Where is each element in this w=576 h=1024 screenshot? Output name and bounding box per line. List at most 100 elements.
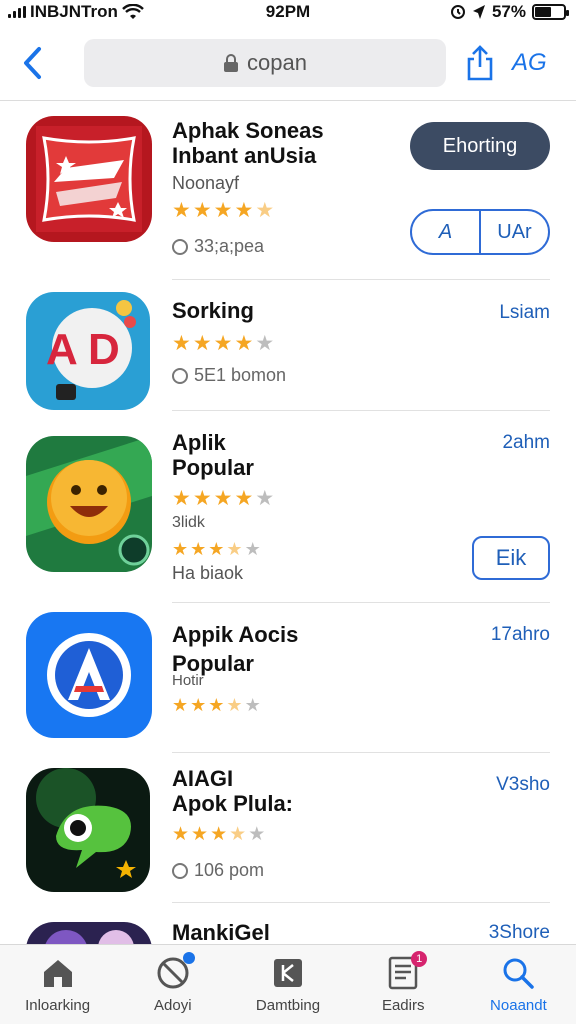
star-icon: ★ [229, 824, 247, 845]
star-icon: ★ [244, 695, 261, 715]
get-button[interactable]: Ehorting [410, 122, 550, 170]
status-time: 92PM [265, 2, 311, 21]
app-meta-text: Ha biaok [172, 563, 244, 583]
tab-label: Inloarking [25, 997, 91, 1014]
rating-stars: ★ ★ ★ ★ ★ [172, 694, 298, 716]
app-title: Appik Aocis [172, 622, 299, 647]
svg-text:A: A [46, 325, 78, 374]
star-icon: ★ [234, 332, 254, 355]
star-icon: ★ [208, 695, 225, 715]
app-right-label[interactable]: Lsiam [499, 302, 550, 324]
app-right-label[interactable]: 3Shore [489, 922, 550, 944]
star-icon: ★ [191, 824, 209, 845]
nav-right-label[interactable]: AG [512, 49, 547, 77]
app-sub-small: 3lidk [172, 514, 205, 531]
row-divider [172, 602, 550, 603]
star-icon: ★ [172, 332, 191, 355]
updates-icon: 1 [385, 951, 428, 991]
app-icon-smiley[interactable] [26, 436, 152, 572]
rating-stars: ★ ★ ★ ★ ★ [172, 333, 286, 355]
tab-discover[interactable]: Adoyi [115, 945, 230, 1024]
app-right-label[interactable]: 17ahro [491, 624, 550, 646]
app-icon-ad[interactable]: A D [26, 292, 150, 410]
back-button[interactable] [14, 43, 50, 83]
app-icon-chameleon[interactable] [26, 768, 150, 892]
app-title: Sorking [172, 298, 254, 323]
clock-icon [172, 238, 188, 255]
star-icon: ★ [172, 199, 191, 222]
tab-label: Adoyi [154, 997, 192, 1014]
tab-search[interactable]: Noaandt [461, 945, 576, 1024]
battery-percent: 57% [491, 2, 526, 21]
app-developer: Noonayf [172, 173, 240, 193]
star-icon: ★ [234, 199, 254, 222]
app-right-label[interactable]: 2ahm [502, 432, 550, 454]
status-bar: INBJNTron 92PM 57% [0, 0, 576, 24]
battery-icon [532, 4, 569, 20]
star-icon: ★ [234, 487, 254, 510]
app-icon-a-logo[interactable] [26, 612, 152, 738]
tab-updates[interactable]: 1 Eadirs [346, 945, 461, 1024]
app-meta-text: 106 pom [194, 860, 265, 880]
segmented-control: A UAr [410, 209, 550, 255]
search-icon [500, 955, 536, 991]
app-right-label[interactable]: V3sho [496, 774, 550, 796]
app-title: AIAGI [172, 766, 234, 791]
app-info: Appik Aocis Popular Hotir ★ ★ ★ ★ ★ [172, 622, 298, 716]
row-divider [172, 410, 550, 411]
star-icon: ★ [244, 539, 261, 559]
star-icon: ★ [255, 332, 275, 355]
app-meta: 33;a;pea [172, 236, 324, 257]
location-icon [472, 5, 485, 19]
discover-icon [155, 952, 195, 991]
tab-bar: Inloarking Adoyi Damtbing 1 Eadirs Noaan… [0, 944, 576, 1024]
app-info: Aplik Popular ★ ★ ★ ★ ★ 3lidk ★ ★ ★ ★ ★ Ha biaok [172, 430, 274, 584]
nav-bar: copan AG [0, 30, 576, 96]
share-button[interactable] [460, 41, 500, 85]
app-icon-partial[interactable] [26, 922, 152, 944]
app-meta-text: 33;a;pea [194, 236, 265, 256]
lock-icon [224, 54, 239, 72]
app-meta: 106 pom [172, 860, 293, 881]
star-icon: ★ [226, 695, 243, 715]
signal-icon [8, 6, 26, 18]
app-meta-text: 5E1 bomon [194, 365, 287, 385]
segment-right[interactable]: UAr [481, 211, 548, 253]
app-info: Sorking ★ ★ ★ ★ ★ 5E1 bomon [172, 298, 286, 386]
star-icon: ★ [213, 199, 233, 222]
badge-count: 1 [411, 951, 428, 967]
tab-home[interactable]: Inloarking [0, 945, 115, 1024]
star-icon: ★ [192, 487, 212, 510]
app-info: MankiGel [172, 920, 270, 944]
star-icon: ★ [192, 199, 212, 222]
app-row[interactable]: MankiGel 3Shore [0, 918, 576, 944]
star-icon: ★ [213, 487, 233, 510]
star-icon: ★ [172, 824, 190, 845]
clock-icon [172, 862, 188, 879]
app-row[interactable]: A D Sorking ★ ★ ★ ★ ★ 5E1 bomon Lsiam [0, 292, 576, 410]
app-title-line2: Apok Plula: [172, 791, 294, 816]
app-row[interactable]: Appik Aocis Popular Hotir ★ ★ ★ ★ ★ 17ahro [0, 612, 576, 738]
segment-left[interactable]: A [412, 211, 481, 253]
get-button[interactable]: Eik [472, 536, 550, 580]
star-icon: ★ [172, 487, 191, 510]
home-icon [40, 955, 76, 991]
app-icon-red-banner[interactable] [26, 116, 152, 242]
nav-divider [0, 100, 576, 101]
star-icon: ★ [208, 539, 225, 559]
star-icon: ★ [172, 539, 189, 559]
app-title: MankiGel [172, 920, 270, 944]
app-title: Aphak Soneas [172, 118, 324, 143]
tab-grid[interactable]: Damtbing [230, 945, 345, 1024]
app-row[interactable]: AIAGI Apok Plula: ★ ★ ★ ★ ★ 106 pom V3sho [0, 766, 576, 892]
chevron-left-icon [24, 47, 41, 79]
app-info: Aphak Soneas Inbant anUsia Noonayf ★ ★ ★ ★ ★… [172, 118, 324, 257]
wifi-icon [121, 4, 144, 19]
address-field[interactable]: copan [84, 39, 446, 87]
row-divider [172, 279, 550, 280]
notification-dot [182, 952, 195, 964]
tab-label: Eadirs [381, 997, 425, 1014]
carrier-label: INBJNTron [30, 2, 118, 21]
app-info: AIAGI Apok Plula: ★ ★ ★ ★ ★ 106 pom [172, 766, 293, 881]
rating-stars: ★ ★ ★ ★ ★ [172, 200, 324, 222]
